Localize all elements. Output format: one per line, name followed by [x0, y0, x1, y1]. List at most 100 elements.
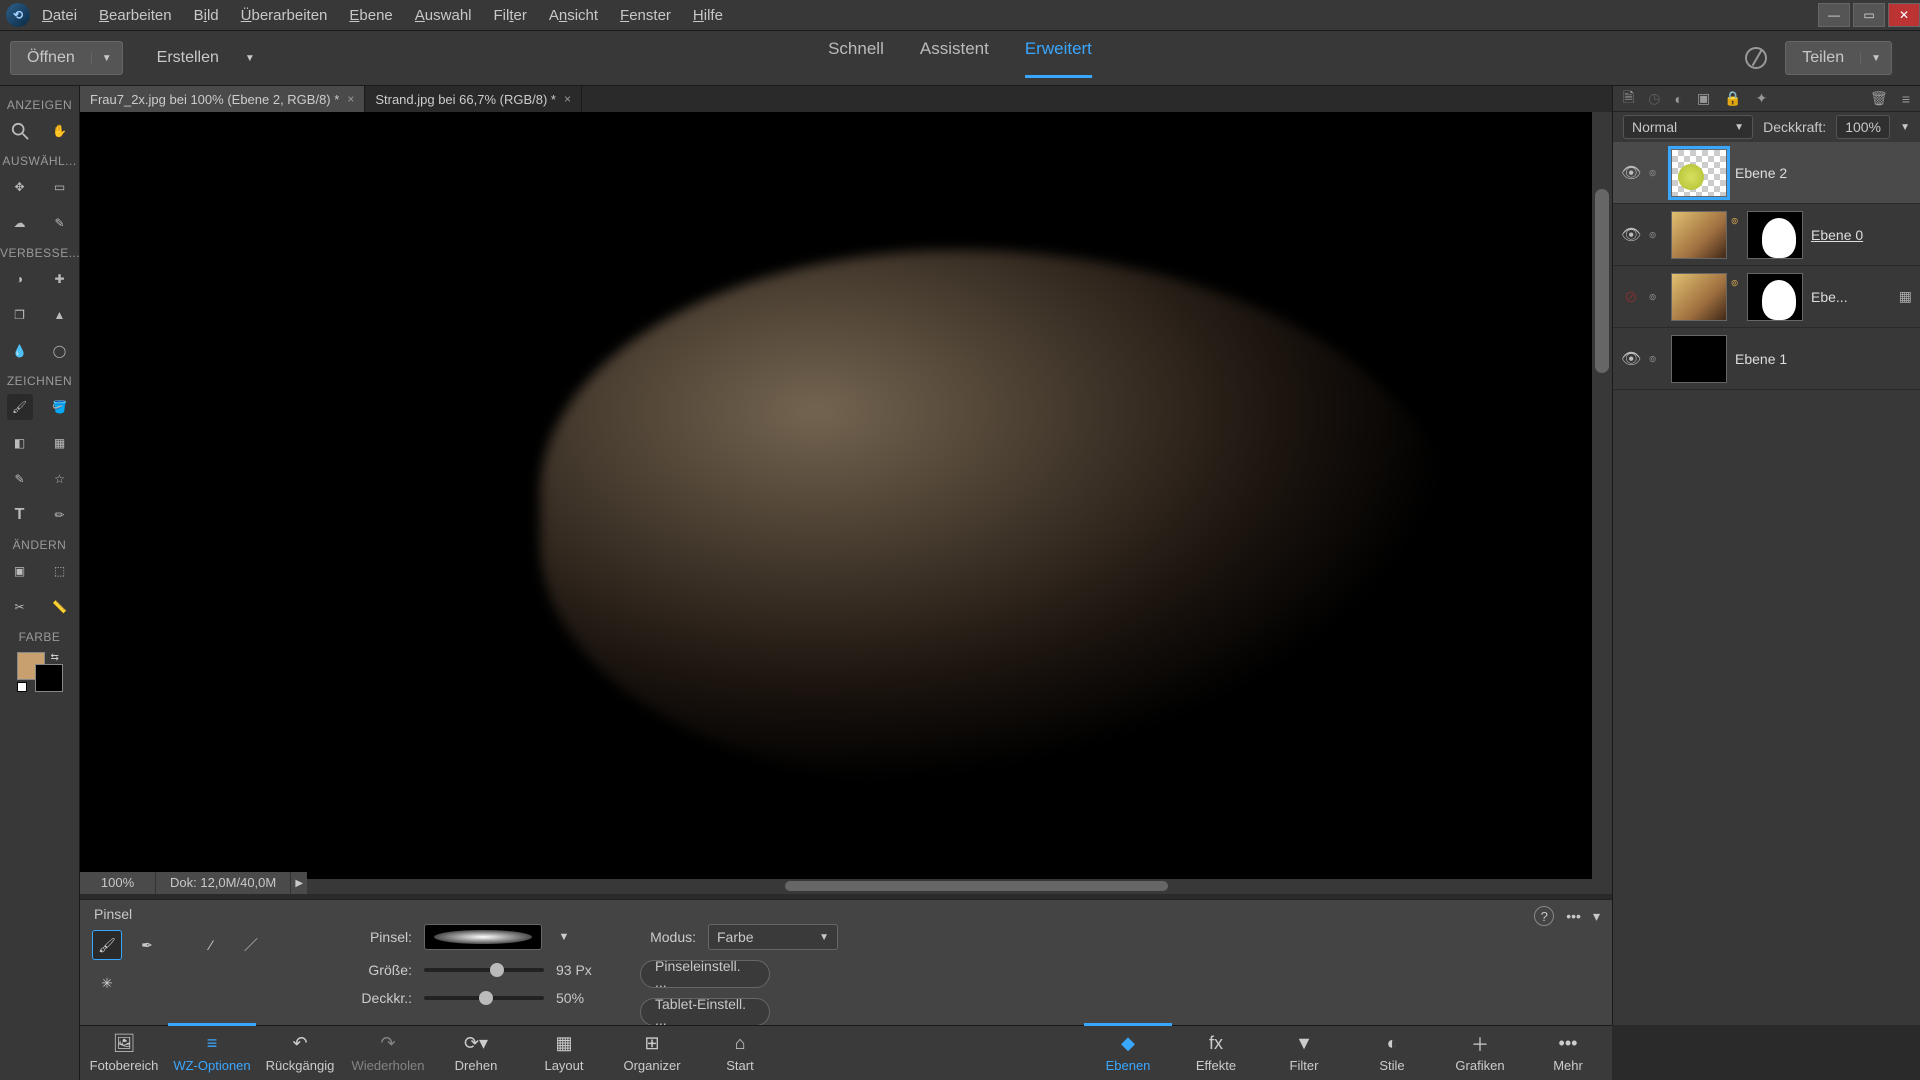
theme-icon[interactable]: [1745, 47, 1767, 69]
layer-thumb[interactable]: [1671, 211, 1727, 259]
tab-guided[interactable]: Assistent: [920, 39, 989, 78]
visibility-icon[interactable]: 👁: [1621, 225, 1641, 245]
color-replace-tool[interactable]: ✏: [47, 502, 73, 528]
stamp-tool[interactable]: ▲: [47, 302, 73, 328]
redeye-tool[interactable]: ◑: [7, 266, 33, 292]
menu-ebene[interactable]: Ebene: [349, 7, 392, 24]
sponge-tool[interactable]: ◯: [47, 338, 73, 364]
brush-tool[interactable]: 🖌: [7, 394, 33, 420]
new-group-icon[interactable]: ◷: [1648, 90, 1660, 107]
layer-name[interactable]: Ebene 2: [1735, 165, 1912, 181]
menu-auswahl[interactable]: Auswahl: [415, 7, 472, 24]
background-color[interactable]: [35, 664, 63, 692]
layer-row-0[interactable]: 👁 ๏ Ebene 2: [1613, 142, 1920, 204]
brush-variant-brush[interactable]: 🖌: [92, 930, 122, 960]
options-menu-icon[interactable]: •••: [1566, 908, 1581, 924]
opacity-value[interactable]: 50%: [556, 990, 616, 1006]
brush-variant-pattern[interactable]: ✳: [92, 968, 122, 998]
bb-filter[interactable]: ▼Filter: [1260, 1026, 1348, 1080]
window-close-button[interactable]: ✕: [1888, 3, 1920, 27]
quick-select-tool[interactable]: ✎: [47, 210, 73, 236]
bb-organizer[interactable]: ⊞Organizer: [608, 1026, 696, 1080]
options-collapse-icon[interactable]: ▾: [1593, 908, 1600, 925]
eraser-tool[interactable]: ◧: [7, 430, 33, 456]
mask-icon[interactable]: ▣: [1697, 90, 1710, 107]
file-tab-0[interactable]: Frau7_2x.jpg bei 100% (Ebene 2, RGB/8) *…: [80, 86, 365, 112]
create-dropdown-icon[interactable]: ▼: [235, 53, 265, 64]
create-button[interactable]: Erstellen ▼: [141, 41, 265, 75]
mode-select[interactable]: Farbe ▼: [708, 924, 838, 950]
visibility-icon[interactable]: ⊘: [1621, 287, 1641, 307]
color-swatches[interactable]: ⇆: [17, 652, 63, 692]
brush-picker-dropdown-icon[interactable]: ▼: [554, 924, 574, 950]
pencil-tool[interactable]: ✎: [7, 466, 33, 492]
opacity-dropdown-icon[interactable]: ▼: [1900, 122, 1910, 133]
layer-thumb[interactable]: [1671, 149, 1727, 197]
share-dropdown-icon[interactable]: ▼: [1860, 53, 1891, 64]
layer-name[interactable]: Ebe...: [1811, 289, 1891, 305]
mask-link-icon[interactable]: ๏: [1731, 273, 1743, 321]
opacity-slider[interactable]: [424, 996, 544, 1000]
layer-mask-thumb[interactable]: [1747, 273, 1803, 321]
menu-ueberarbeiten[interactable]: Überarbeiten: [241, 7, 328, 24]
menu-bild[interactable]: Bild: [194, 7, 219, 24]
new-layer-icon[interactable]: 🗎: [1623, 87, 1634, 111]
brush-variant-color[interactable]: ∕: [196, 930, 226, 960]
trash-icon[interactable]: 🗑: [1870, 90, 1888, 107]
help-icon[interactable]: ?: [1534, 906, 1554, 926]
menu-bearbeiten[interactable]: Bearbeiten: [99, 7, 172, 24]
crop-tool[interactable]: ▣: [7, 558, 33, 584]
window-maximize-button[interactable]: ▭: [1853, 3, 1885, 27]
layer-thumb[interactable]: [1671, 273, 1727, 321]
menu-ansicht[interactable]: Ansicht: [549, 7, 598, 24]
lasso-tool[interactable]: ☁: [7, 210, 33, 236]
bb-wz-optionen[interactable]: ≡WZ-Optionen: [168, 1023, 256, 1080]
layer-row-2[interactable]: ⊘ ๏ ๏ Ebe... ▦: [1613, 266, 1920, 328]
layer-thumb[interactable]: [1671, 335, 1727, 383]
brush-settings-button[interactable]: Pinseleinstell. ...: [640, 960, 770, 988]
gradient-tool[interactable]: ▦: [47, 430, 73, 456]
open-dropdown-icon[interactable]: ▼: [91, 53, 122, 64]
link-icon[interactable]: ✦: [1756, 90, 1768, 107]
paint-bucket-tool[interactable]: 🪣: [47, 394, 73, 420]
layer-row-1[interactable]: 👁 ๏ ๏ Ebene 0: [1613, 204, 1920, 266]
blend-mode-select[interactable]: Normal ▼: [1623, 115, 1753, 139]
zoom-tool[interactable]: [7, 118, 33, 144]
recompose-tool[interactable]: ⬚: [47, 558, 73, 584]
text-tool[interactable]: T: [7, 502, 33, 528]
horizontal-scrollbar[interactable]: [80, 879, 1612, 894]
bb-styles[interactable]: ◐Stile: [1348, 1026, 1436, 1080]
vertical-scrollbar[interactable]: [1592, 112, 1612, 879]
window-minimize-button[interactable]: —: [1818, 3, 1850, 27]
lock-icon[interactable]: 🔒: [1724, 90, 1741, 107]
share-button[interactable]: Teilen ▼: [1785, 41, 1892, 75]
zoom-field[interactable]: 100%: [80, 872, 156, 894]
size-slider[interactable]: [424, 968, 544, 972]
tab-expert[interactable]: Erweitert: [1025, 39, 1092, 78]
bb-layers[interactable]: ◆Ebenen: [1084, 1023, 1172, 1080]
spot-heal-tool[interactable]: ✚: [47, 266, 73, 292]
bb-layout[interactable]: ▦Layout: [520, 1026, 608, 1080]
canvas[interactable]: [80, 112, 1612, 879]
blur-tool[interactable]: 💧: [7, 338, 33, 364]
layer-mask-thumb[interactable]: [1747, 211, 1803, 259]
swap-colors-icon[interactable]: ⇆: [51, 652, 63, 664]
brush-variant-pencil[interactable]: ／: [236, 930, 266, 960]
menu-hilfe[interactable]: Hilfe: [693, 7, 723, 24]
menu-fenster[interactable]: Fenster: [620, 7, 671, 24]
file-tab-1-close-icon[interactable]: ×: [564, 92, 571, 106]
open-button[interactable]: Öffnen ▼: [10, 41, 123, 75]
size-value[interactable]: 93 Px: [556, 962, 616, 978]
straighten-tool[interactable]: 📏: [47, 594, 73, 620]
bb-effects[interactable]: fxEffekte: [1172, 1026, 1260, 1080]
menu-filter[interactable]: Filter: [494, 7, 527, 24]
visibility-icon[interactable]: 👁: [1621, 163, 1641, 183]
bb-graphics[interactable]: ＋Grafiken: [1436, 1026, 1524, 1080]
shape-tool[interactable]: ☆: [47, 466, 73, 492]
brush-preview[interactable]: [424, 924, 542, 950]
bb-home[interactable]: ⌂Start: [696, 1026, 784, 1080]
tablet-settings-button[interactable]: Tablet-Einstell. ...: [640, 998, 770, 1026]
bb-rotate[interactable]: ⟳▾Drehen: [432, 1026, 520, 1080]
linked-icon[interactable]: ๏: [1649, 225, 1663, 244]
file-tab-0-close-icon[interactable]: ×: [347, 92, 354, 106]
